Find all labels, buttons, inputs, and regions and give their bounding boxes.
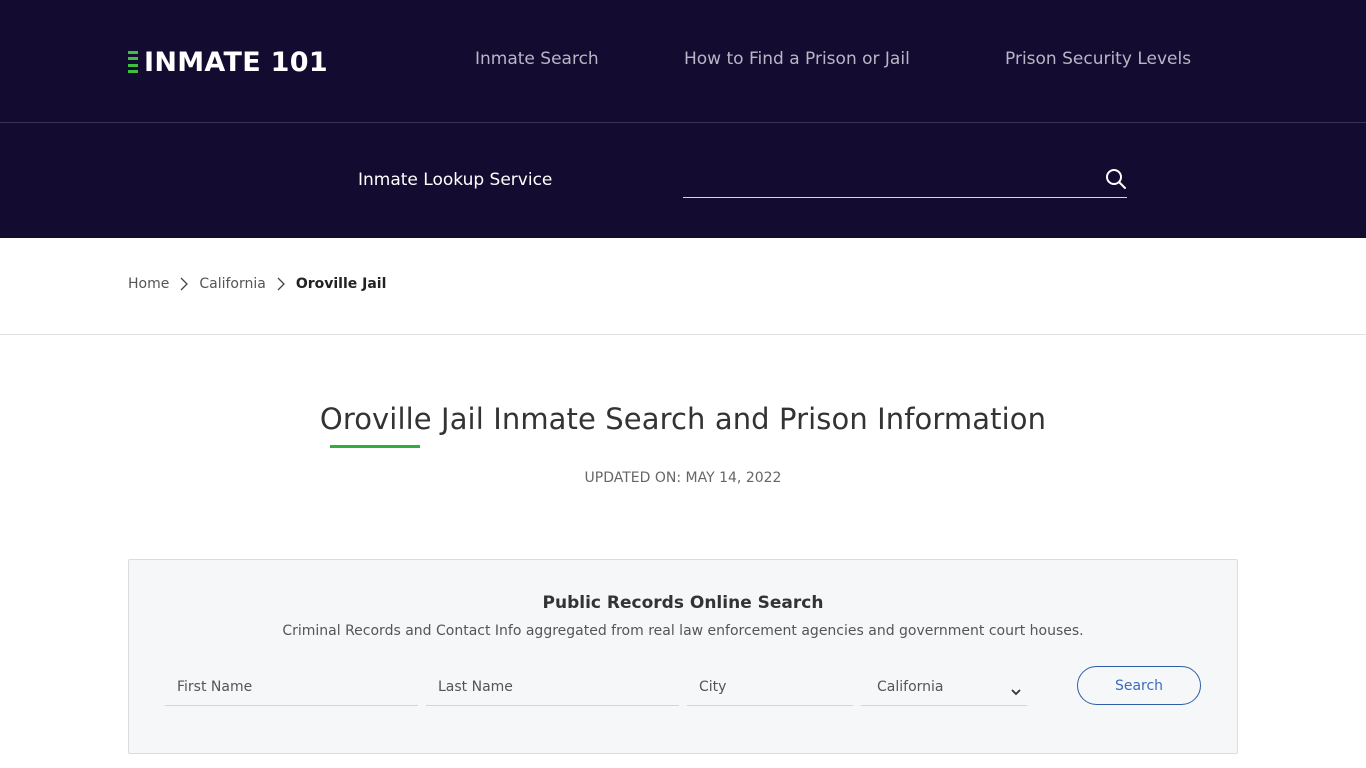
- search-box-subtitle: Criminal Records and Contact Info aggreg…: [282, 623, 1084, 639]
- state-field: California: [861, 668, 1027, 706]
- breadcrumb-home[interactable]: Home: [128, 276, 169, 292]
- main-nav: Inmate Search How to Find a Prison or Ja…: [0, 49, 1366, 73]
- nav-link-find-prison[interactable]: How to Find a Prison or Jail: [684, 49, 910, 69]
- public-records-search: Public Records Online Search Criminal Re…: [128, 559, 1238, 754]
- nav-link-security-levels[interactable]: Prison Security Levels: [1005, 49, 1191, 69]
- chevron-right-icon: [274, 277, 288, 291]
- nav-row: INMATE 101 Inmate Search How to Find a P…: [0, 0, 1366, 122]
- chevron-right-icon: [177, 277, 191, 291]
- breadcrumb: Home California Oroville Jail: [128, 276, 386, 292]
- city-input[interactable]: [687, 668, 853, 705]
- first-name-input[interactable]: [165, 668, 418, 705]
- search-box-title: Public Records Online Search: [542, 593, 824, 613]
- breadcrumb-california[interactable]: California: [199, 276, 265, 292]
- breadcrumb-divider: [0, 334, 1366, 335]
- state-select[interactable]: California: [861, 668, 1027, 705]
- page-title: Oroville Jail Inmate Search and Prison I…: [319, 402, 1047, 436]
- lookup-search: [683, 162, 1127, 198]
- title-underline: [330, 445, 420, 448]
- site-header: INMATE 101 Inmate Search How to Find a P…: [0, 0, 1366, 238]
- last-name-field: [426, 668, 679, 706]
- header-divider: [0, 122, 1366, 123]
- last-name-input[interactable]: [426, 668, 679, 705]
- breadcrumb-current: Oroville Jail: [295, 276, 387, 292]
- first-name-field: [165, 668, 418, 706]
- city-field: [687, 668, 853, 706]
- lookup-search-input[interactable]: [683, 162, 1093, 197]
- search-button[interactable]: Search: [1077, 666, 1201, 705]
- updated-date: UPDATED ON: MAY 14, 2022: [584, 470, 782, 486]
- lookup-label: Inmate Lookup Service: [358, 170, 553, 190]
- search-icon[interactable]: [1105, 168, 1127, 190]
- nav-link-inmate-search[interactable]: Inmate Search: [475, 49, 599, 69]
